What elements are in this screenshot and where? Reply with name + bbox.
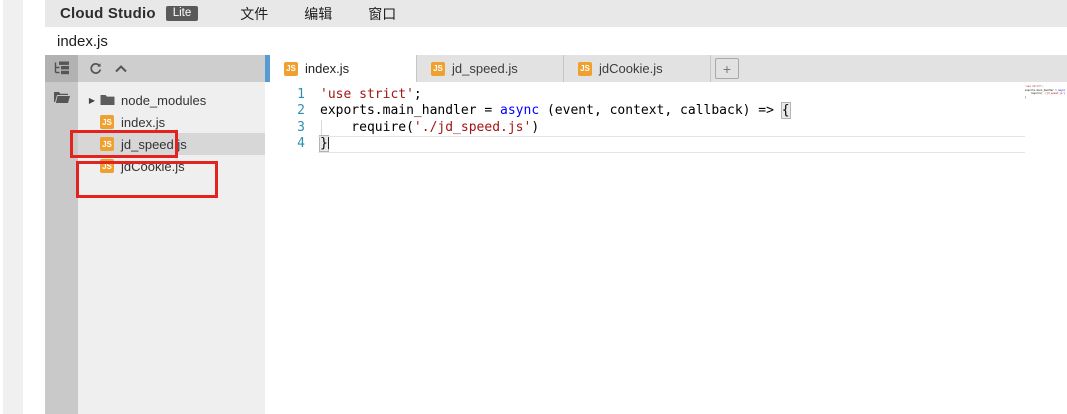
indent-guide: [321, 120, 322, 136]
tree-item-index.js[interactable]: ▶ JS index.js: [78, 111, 265, 133]
code-line[interactable]: 3 require('./jd_speed.js'): [265, 120, 1067, 136]
left-gutter-strip: [3, 0, 23, 414]
gutter-gap: [305, 120, 320, 136]
code-token: 'use strict': [320, 87, 414, 102]
screen: Cloud Studio Lite 文件 编辑 窗口 index.js: [0, 0, 1067, 414]
js-file-icon: JS: [431, 62, 445, 76]
workspace: ▶ JS node_modules ▶ JS index.js ▶ JS: [45, 55, 1067, 414]
activity-bar: [45, 55, 78, 414]
app-logo: Cloud Studio: [60, 5, 156, 22]
js-file-icon: JS: [99, 159, 115, 173]
line-number: 4: [265, 136, 305, 152]
editor-area: JS index.js JS jd_speed.js JS jdCookie.j…: [265, 55, 1067, 414]
open-file-title: index.js: [57, 33, 108, 50]
code-token: './jd_speed.js': [414, 120, 531, 135]
tab-jdCookie.js[interactable]: JS jdCookie.js: [564, 55, 711, 82]
menu-window[interactable]: 窗口: [368, 4, 396, 24]
tree-item-node_modules[interactable]: ▶ JS node_modules: [78, 89, 265, 111]
code-line-content: exports.main_handler = async (event, con…: [320, 103, 790, 119]
explorer-header: [78, 55, 265, 82]
code-line[interactable]: 4 }: [265, 136, 1067, 152]
app-window: Cloud Studio Lite 文件 编辑 窗口 index.js: [45, 0, 1067, 414]
tree-item-label: jd_speed.js: [121, 137, 187, 152]
file-tree: ▶ JS node_modules ▶ JS index.js ▶ JS: [78, 82, 265, 177]
menu-edit[interactable]: 编辑: [304, 4, 332, 24]
explorer-panel: ▶ JS node_modules ▶ JS index.js ▶ JS: [78, 55, 265, 414]
tree-item-label: node_modules: [121, 93, 206, 108]
tab-bar: JS index.js JS jd_speed.js JS jdCookie.j…: [265, 55, 1067, 82]
code-line[interactable]: 1 'use strict';: [265, 87, 1067, 103]
minimap-line: }: [1025, 96, 1067, 100]
code-token: {: [781, 102, 791, 119]
minimap[interactable]: 'use strict';exports.main_handler = asyn…: [1025, 85, 1067, 109]
tree-item-label: index.js: [121, 115, 165, 130]
text-cursor: [328, 136, 330, 149]
tab-label: jdCookie.js: [599, 61, 663, 76]
code-line-content: 'use strict';: [320, 87, 422, 103]
js-file-icon: JS: [284, 62, 298, 76]
tab-label: jd_speed.js: [452, 61, 518, 76]
code-token: async: [500, 103, 539, 118]
lite-badge: Lite: [166, 6, 199, 21]
gutter-gap: [305, 87, 320, 103]
code-token: require(: [320, 120, 414, 135]
tree-item-jd_speed.js[interactable]: ▶ JS jd_speed.js: [78, 133, 265, 155]
code-token: (event, context, callback) =>: [539, 103, 782, 118]
sidebar-resize-sash[interactable]: [265, 55, 270, 82]
gutter-gap: [305, 103, 320, 119]
line-number: 1: [265, 87, 305, 103]
line-number: 2: [265, 103, 305, 119]
file-tree-icon[interactable]: [45, 55, 78, 82]
tree-item-jdCookie.js[interactable]: ▶ JS jdCookie.js: [78, 155, 265, 177]
tab-index.js[interactable]: JS index.js: [270, 55, 417, 82]
js-file-icon: JS: [99, 115, 115, 129]
new-tab-button[interactable]: +: [715, 58, 739, 79]
minimap-line: require('./jd_speed.js'): [1025, 92, 1067, 96]
js-file-icon: JS: [578, 62, 592, 76]
title-bar: index.js: [45, 27, 1067, 55]
line-number: 3: [265, 120, 305, 136]
menu-bar: 文件 编辑 窗口: [240, 4, 396, 24]
tree-item-label: jdCookie.js: [121, 159, 185, 174]
code-line[interactable]: 2 exports.main_handler = async (event, c…: [265, 103, 1067, 119]
refresh-icon[interactable]: [88, 62, 102, 76]
expand-arrow-icon[interactable]: ▶: [86, 96, 98, 105]
code-line-content: }: [320, 136, 329, 152]
menu-file[interactable]: 文件: [240, 4, 268, 24]
tab-jd_speed.js[interactable]: JS jd_speed.js: [417, 55, 564, 82]
tab-label: index.js: [305, 61, 349, 76]
code-line-content: require('./jd_speed.js'): [320, 120, 539, 136]
code-editor[interactable]: 1 'use strict'; 2 exports.main_handler =…: [265, 82, 1067, 414]
top-menu-bar: Cloud Studio Lite 文件 编辑 窗口: [45, 0, 1067, 27]
code-lines: 1 'use strict'; 2 exports.main_handler =…: [265, 87, 1067, 153]
open-folder-icon[interactable]: [45, 82, 78, 112]
code-token: exports.main_handler =: [320, 103, 500, 118]
folder-icon: [99, 93, 115, 107]
code-token: ): [531, 120, 539, 135]
code-token: ;: [414, 87, 422, 102]
js-file-icon: JS: [99, 137, 115, 151]
collapse-up-icon[interactable]: [114, 62, 128, 76]
gutter-gap: [305, 136, 320, 152]
